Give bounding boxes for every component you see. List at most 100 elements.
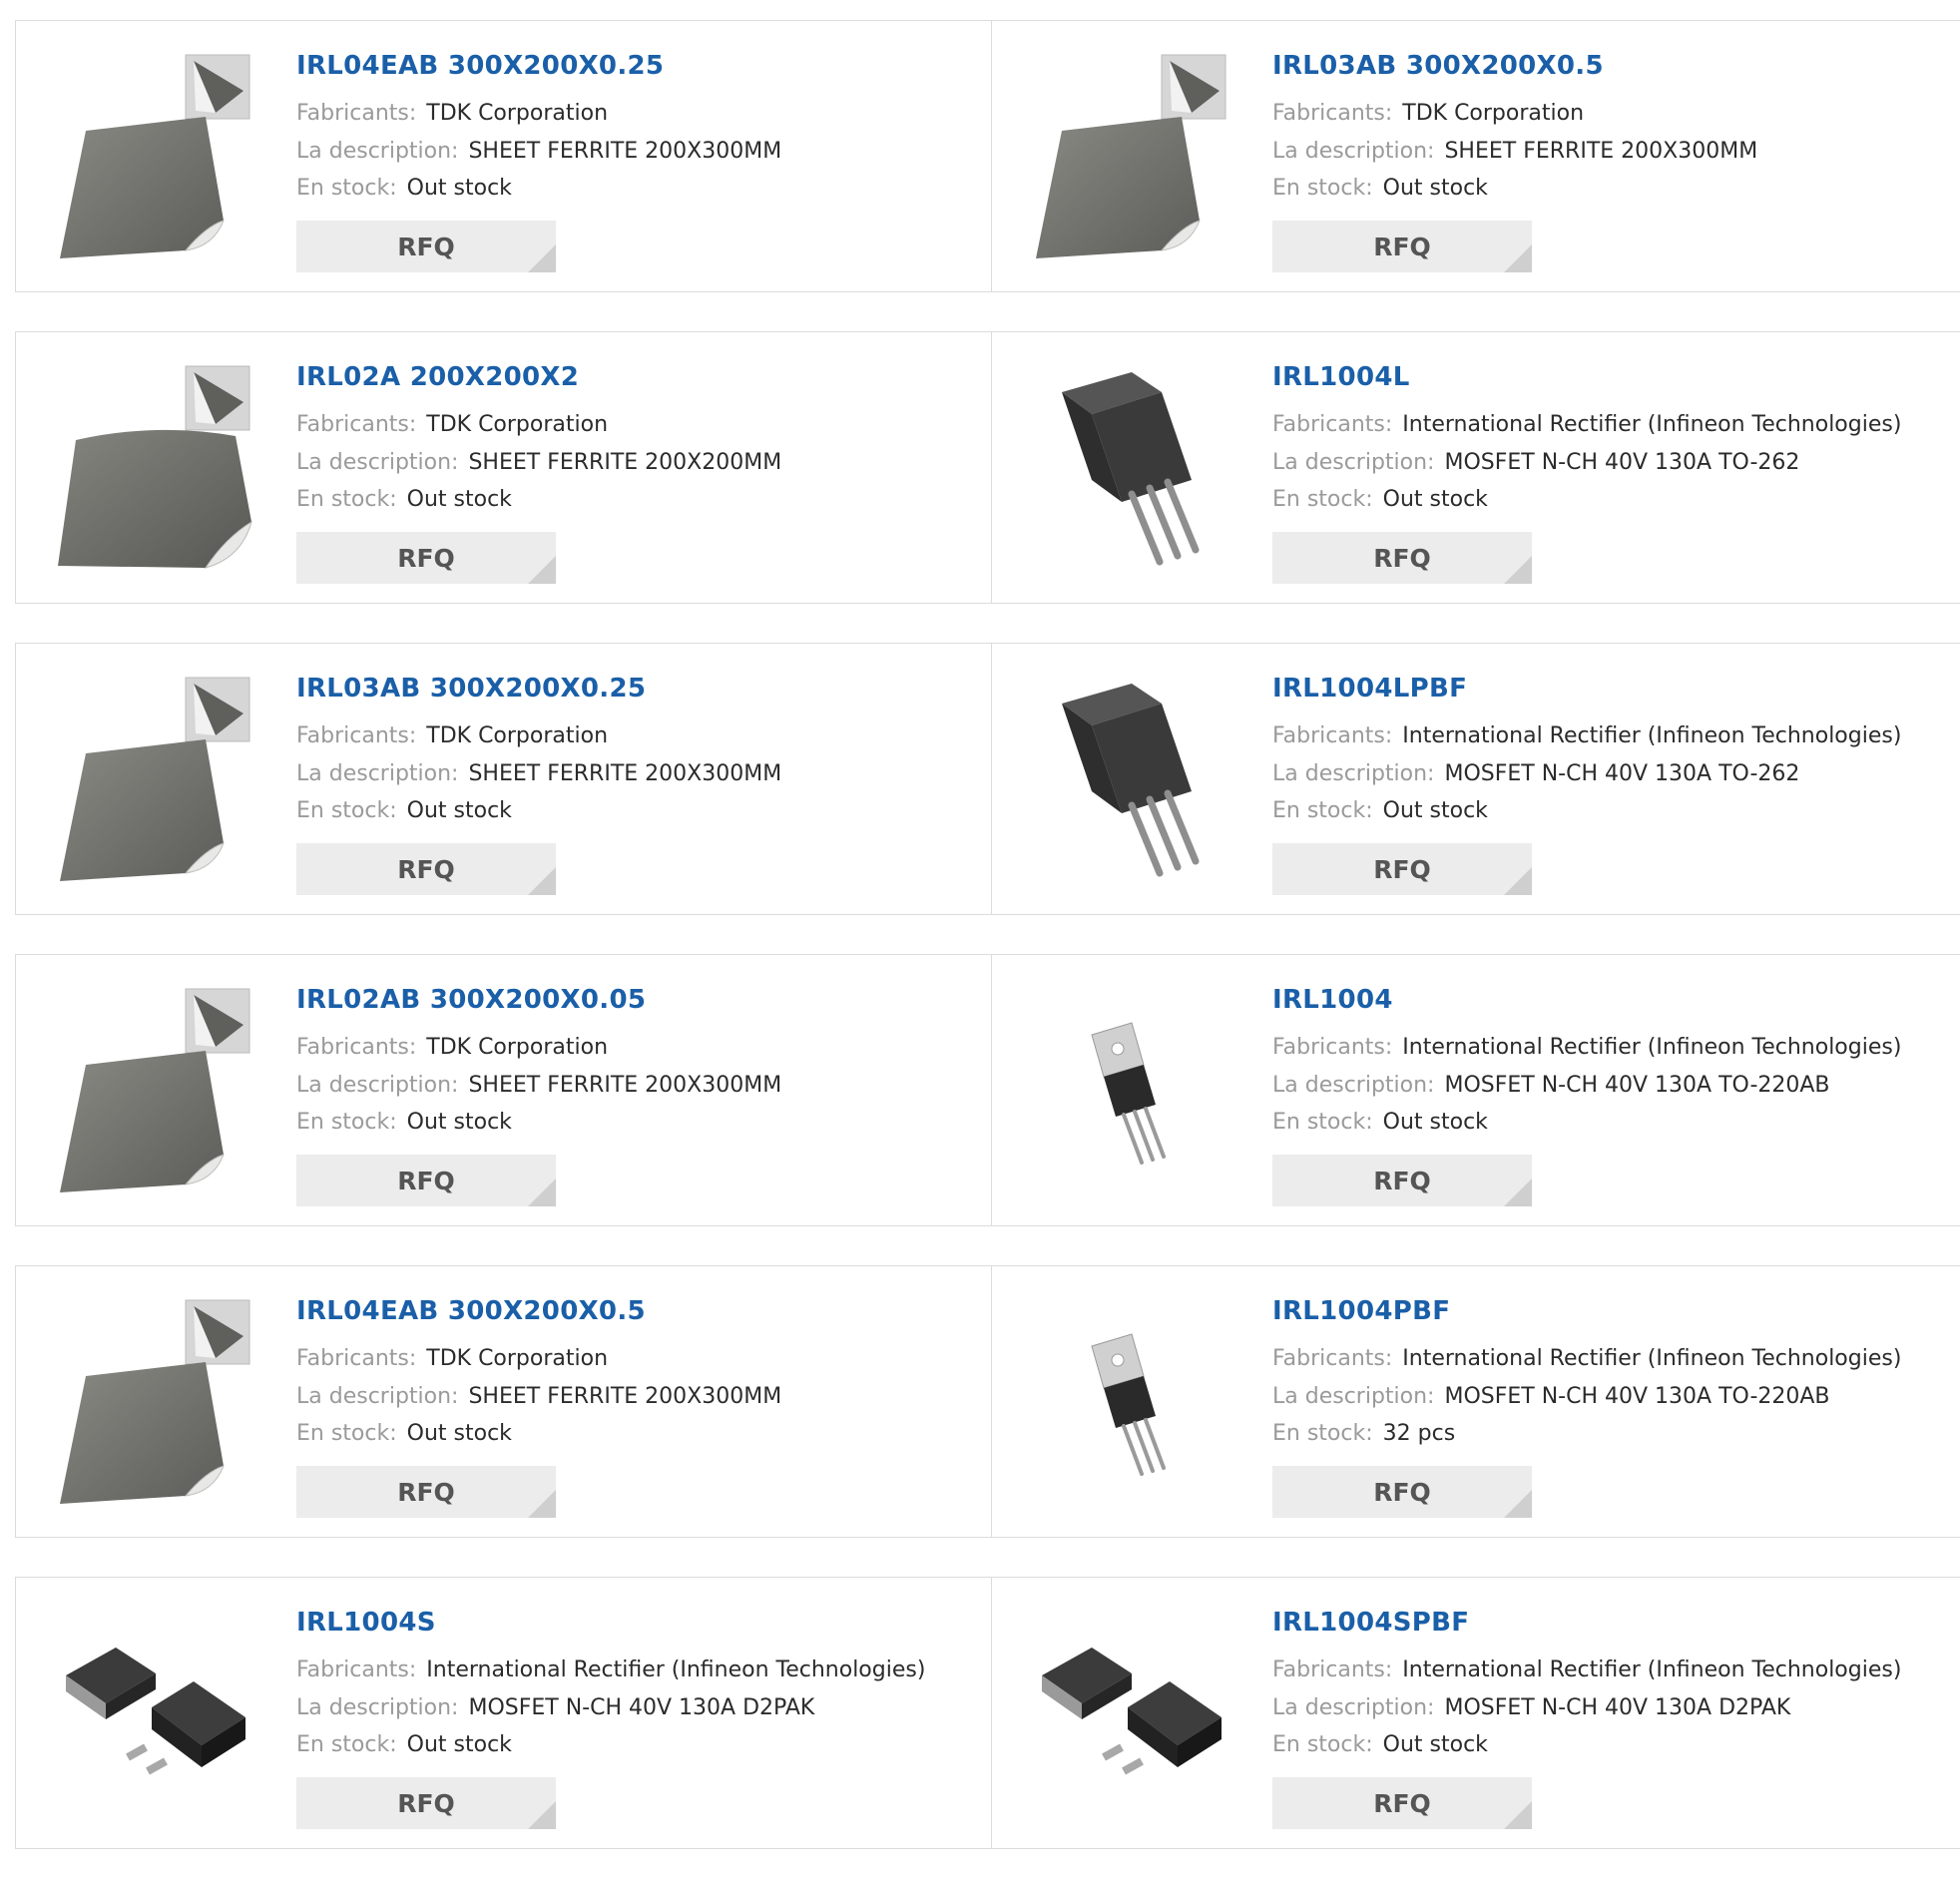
stock-label: En stock: [1272, 798, 1373, 823]
stock-line: En stock: Out stock [296, 798, 512, 823]
rfq-button[interactable]: RFQ [296, 1155, 556, 1206]
product-card: IRL04EAB 300X200X0.5 Fabricants: TDK Corp… [15, 1265, 992, 1538]
stock-value: Out stock [1382, 487, 1488, 512]
description-line: La description: SHEET FERRITE 200X200MM [296, 450, 781, 475]
description-line: La description: SHEET FERRITE 200X300MM [296, 139, 781, 164]
product-title-link[interactable]: IRL04EAB 300X200X0.5 [296, 1296, 646, 1326]
corner-decoration-icon [1504, 867, 1532, 895]
description-label: La description: [1272, 1384, 1435, 1409]
rfq-label: RFQ [397, 543, 455, 573]
stock-value: 32 pcs [1382, 1421, 1456, 1446]
description-value: MOSFET N-CH 40V 130A TO-262 [1444, 450, 1800, 475]
product-image[interactable] [56, 1296, 255, 1506]
stock-line: En stock: Out stock [296, 176, 512, 201]
product-grid: IRL04EAB 300X200X0.25 Fabricants: TDK Cor… [15, 20, 1960, 1888]
to220-transistor-image [1091, 1333, 1166, 1476]
rfq-label: RFQ [1373, 854, 1431, 884]
description-label: La description: [296, 761, 459, 786]
stock-label: En stock: [1272, 487, 1373, 512]
product-title-link[interactable]: IRL1004S [296, 1608, 436, 1638]
product-image[interactable] [1032, 362, 1231, 572]
manufacturer-line: Fabricants: TDK Corporation [296, 723, 608, 748]
description-value: MOSFET N-CH 40V 130A TO-220AB [1444, 1073, 1830, 1098]
description-value: MOSFET N-CH 40V 130A TO-262 [1444, 761, 1800, 786]
stock-line: En stock: 32 pcs [1272, 1421, 1455, 1446]
product-image[interactable] [1032, 1296, 1231, 1506]
manufacturer-line: Fabricants: International Rectifier (Infi… [1272, 723, 1901, 748]
manufacturer-label: Fabricants: [296, 723, 417, 748]
rfq-label: RFQ [397, 1788, 455, 1818]
product-image[interactable] [56, 674, 255, 883]
rfq-label: RFQ [397, 854, 455, 884]
rfq-button[interactable]: RFQ [296, 221, 556, 272]
rfq-button[interactable]: RFQ [296, 843, 556, 895]
description-line: La description: SHEET FERRITE 200X300MM [1272, 139, 1757, 164]
stock-label: En stock: [1272, 1421, 1373, 1446]
product-card: IRL02A 200X200X2 Fabricants: TDK Corporat… [15, 331, 992, 604]
corner-decoration-icon [1504, 1179, 1532, 1206]
product-title-link[interactable]: IRL04EAB 300X200X0.25 [296, 51, 664, 81]
product-image[interactable] [56, 362, 255, 572]
rfq-button[interactable]: RFQ [1272, 221, 1532, 272]
product-image[interactable] [56, 51, 255, 260]
description-value: SHEET FERRITE 200X300MM [1444, 139, 1758, 164]
rfq-button[interactable]: RFQ [1272, 1155, 1532, 1206]
product-image[interactable] [1032, 51, 1231, 260]
product-card: IRL1004SPBF Fabricants: International Rec… [991, 1577, 1960, 1849]
product-title-link[interactable]: IRL1004SPBF [1272, 1608, 1469, 1638]
product-image[interactable] [56, 1608, 255, 1817]
rfq-label: RFQ [1373, 1788, 1431, 1818]
description-line: La description: MOSFET N-CH 40V 130A D2PA… [296, 1695, 814, 1720]
manufacturer-line: Fabricants: International Rectifier (Infi… [296, 1657, 925, 1682]
product-title-link[interactable]: IRL03AB 300X200X0.25 [296, 674, 646, 704]
product-title-link[interactable]: IRL1004L [1272, 362, 1410, 392]
manufacturer-value: International Rectifier (Infineon Techno… [1402, 1346, 1902, 1371]
product-card: IRL03AB 300X200X0.5 Fabricants: TDK Corpo… [991, 20, 1960, 292]
product-title-link[interactable]: IRL1004LPBF [1272, 674, 1467, 704]
stock-label: En stock: [296, 176, 397, 201]
product-title-link[interactable]: IRL02AB 300X200X0.05 [296, 985, 646, 1015]
description-value: SHEET FERRITE 200X300MM [468, 1073, 782, 1098]
ferrite-sheet-image [60, 988, 250, 1192]
manufacturer-label: Fabricants: [296, 1035, 417, 1060]
description-line: La description: MOSFET N-CH 40V 130A TO-2… [1272, 1073, 1830, 1098]
description-value: SHEET FERRITE 200X200MM [468, 450, 782, 475]
product-image[interactable] [56, 985, 255, 1194]
description-value: MOSFET N-CH 40V 130A D2PAK [1444, 1695, 1791, 1720]
corner-decoration-icon [528, 867, 556, 895]
product-title-link[interactable]: IRL03AB 300X200X0.5 [1272, 51, 1604, 81]
description-line: La description: SHEET FERRITE 200X300MM [296, 761, 781, 786]
rfq-button[interactable]: RFQ [1272, 1466, 1532, 1518]
stock-value: Out stock [1382, 1110, 1488, 1135]
manufacturer-label: Fabricants: [296, 101, 417, 126]
stock-label: En stock: [1272, 1110, 1373, 1135]
rfq-button[interactable]: RFQ [1272, 1777, 1532, 1829]
rfq-label: RFQ [1373, 543, 1431, 573]
product-row: IRL04EAB 300X200X0.5 Fabricants: TDK Corp… [15, 1265, 1960, 1540]
description-label: La description: [296, 450, 459, 475]
rfq-button[interactable]: RFQ [1272, 532, 1532, 584]
product-image[interactable] [1032, 1608, 1231, 1817]
product-image[interactable] [1032, 674, 1231, 883]
rfq-button[interactable]: RFQ [296, 1777, 556, 1829]
description-label: La description: [1272, 139, 1435, 164]
stock-line: En stock: Out stock [1272, 487, 1488, 512]
corner-decoration-icon [1504, 244, 1532, 272]
rfq-button[interactable]: RFQ [296, 1466, 556, 1518]
ferrite-sheet-image [60, 1299, 250, 1504]
product-title-link[interactable]: IRL02A 200X200X2 [296, 362, 579, 392]
stock-line: En stock: Out stock [296, 487, 512, 512]
stock-value: Out stock [406, 176, 512, 201]
product-row: IRL1004S Fabricants: International Rectif… [15, 1577, 1960, 1851]
stock-label: En stock: [296, 798, 397, 823]
rfq-button[interactable]: RFQ [1272, 843, 1532, 895]
rfq-button[interactable]: RFQ [296, 532, 556, 584]
product-title-link[interactable]: IRL1004 [1272, 985, 1393, 1015]
rfq-label: RFQ [1373, 232, 1431, 261]
corner-decoration-icon [528, 244, 556, 272]
product-title-link[interactable]: IRL1004PBF [1272, 1296, 1450, 1326]
description-line: La description: MOSFET N-CH 40V 130A D2PA… [1272, 1695, 1790, 1720]
stock-value: Out stock [406, 1732, 512, 1757]
product-image[interactable] [1032, 985, 1231, 1194]
stock-line: En stock: Out stock [296, 1732, 512, 1757]
